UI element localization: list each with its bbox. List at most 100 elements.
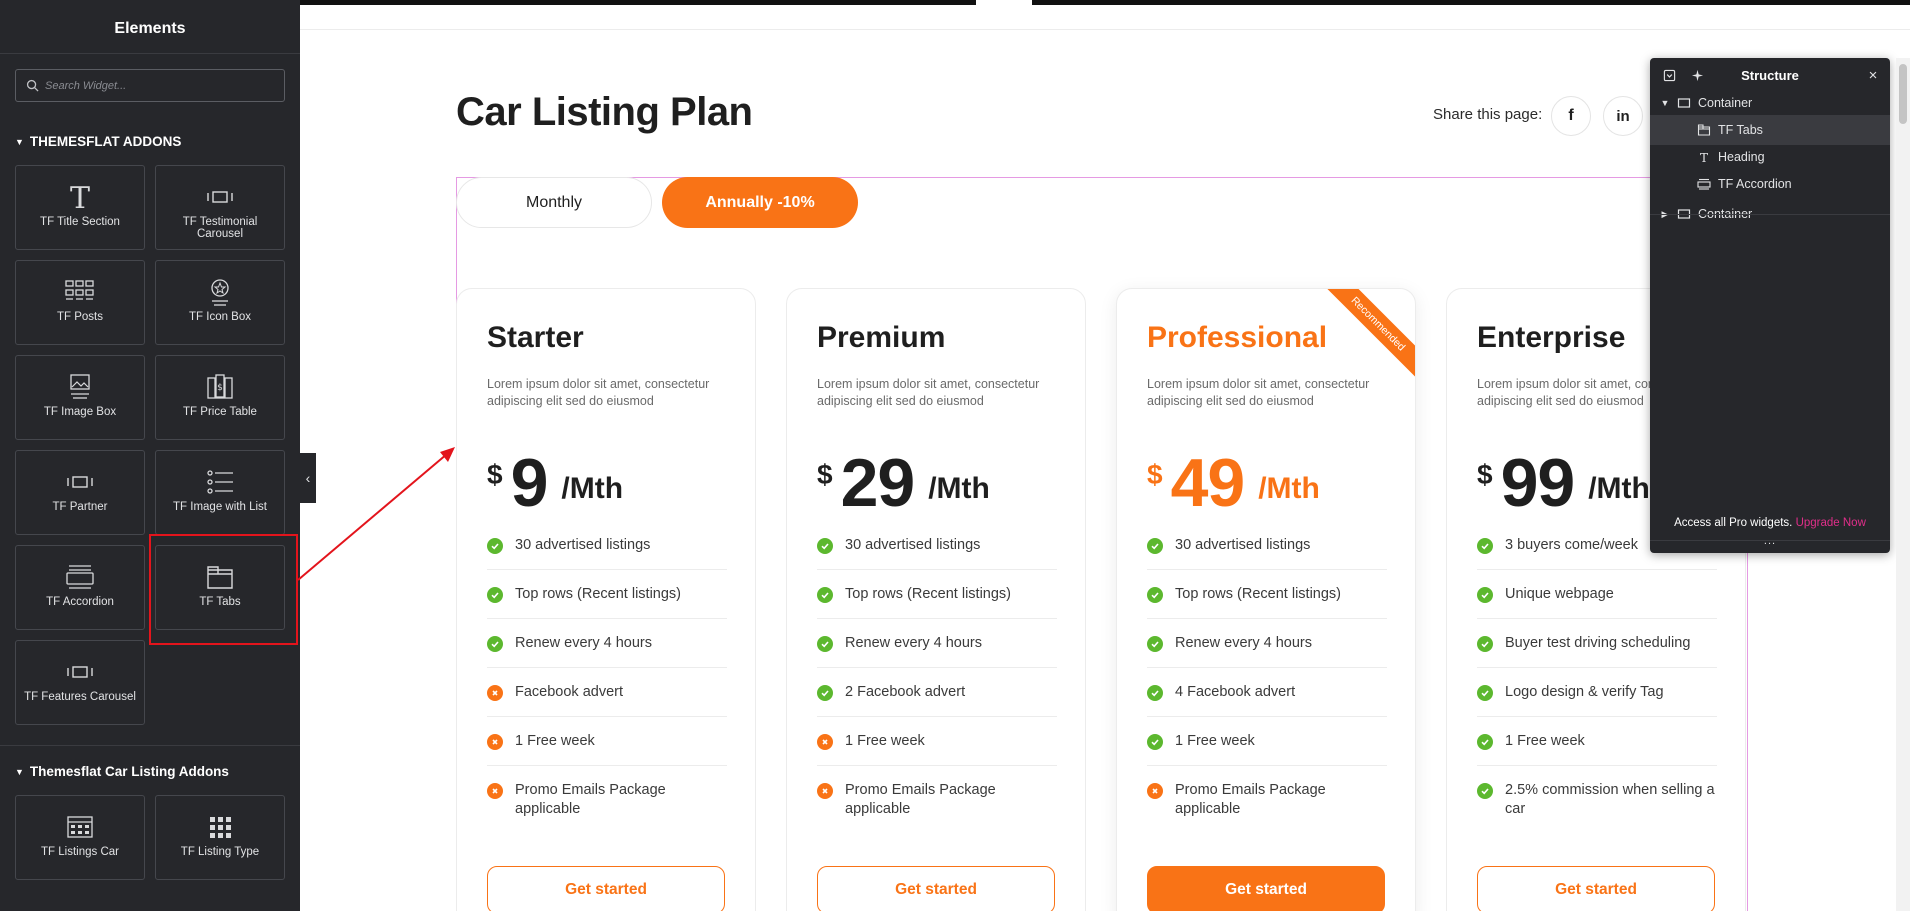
- linkedin-icon: in: [1616, 107, 1630, 125]
- widget-label: TF Price Table: [183, 406, 257, 418]
- widget-tile[interactable]: TF Partner: [15, 450, 145, 535]
- ai-sparkle-icon[interactable]: [1690, 68, 1704, 82]
- caret-down-icon[interactable]: ▼: [1660, 98, 1670, 108]
- icon-box-icon: [202, 275, 238, 309]
- widget-tile[interactable]: TF Listings Car: [15, 795, 145, 880]
- plan-description: Lorem ipsum dolor sit amet, consectetur …: [817, 377, 1040, 408]
- heading-icon: T: [1696, 150, 1712, 164]
- feature-item: 1 Free week: [487, 732, 727, 766]
- svg-text:$: $: [217, 383, 223, 393]
- section-car-listing-addons[interactable]: ▼ Themesflat Car Listing Addons: [15, 764, 229, 779]
- cross-circle-icon: [1147, 783, 1163, 799]
- collapse-panel-toggle[interactable]: ‹: [300, 453, 316, 503]
- widget-tile[interactable]: TF Accordion: [15, 545, 145, 630]
- price-amount: 49: [1170, 445, 1246, 521]
- panel-title: Elements: [0, 0, 300, 54]
- plan-price: $29/Mth: [817, 444, 990, 522]
- feature-item: Renew every 4 hours: [817, 634, 1057, 668]
- collapse-all-icon[interactable]: [1662, 68, 1676, 82]
- plan-price: $49/Mth: [1147, 444, 1320, 522]
- check-circle-icon: [1147, 538, 1163, 554]
- widget-tile[interactable]: TF Testimonial Carousel: [155, 165, 285, 250]
- feature-text: Renew every 4 hours: [515, 635, 653, 651]
- tab-monthly[interactable]: Monthly: [456, 177, 652, 228]
- check-circle-icon: [487, 587, 503, 603]
- feature-text: Top rows (Recent listings): [515, 586, 681, 602]
- check-circle-icon: [1147, 587, 1163, 603]
- tab-annually[interactable]: Annually -10%: [662, 177, 858, 228]
- get-started-button[interactable]: Get started: [1477, 866, 1715, 911]
- widget-tile[interactable]: TF Image with List: [155, 450, 285, 535]
- plan-price: $9/Mth: [487, 444, 623, 522]
- page-title: Car Listing Plan: [456, 90, 753, 134]
- upgrade-now-link[interactable]: Upgrade Now: [1796, 517, 1866, 529]
- widget-tile[interactable]: TF Listing Type: [155, 795, 285, 880]
- search-widget-field[interactable]: [15, 69, 285, 102]
- cross-circle-icon: [817, 783, 833, 799]
- feature-item: 4 Facebook advert: [1147, 683, 1387, 717]
- close-icon[interactable]: ×: [1866, 67, 1880, 84]
- section-themesflat-addons[interactable]: ▼ THEMESFLAT ADDONS: [15, 134, 181, 149]
- check-circle-icon: [817, 587, 833, 603]
- price-amount: 99: [1500, 445, 1576, 521]
- widget-tile[interactable]: TF Image Box: [15, 355, 145, 440]
- feature-item: Promo Emails Package applicable: [1147, 781, 1387, 833]
- structure-panel: Structure × ▼ Container TF Tabs T Heading TF …: [1650, 58, 1890, 553]
- panel-resize-handle[interactable]: ...: [1650, 535, 1890, 547]
- feature-item: Renew every 4 hours: [487, 634, 727, 668]
- feature-item: Promo Emails Package applicable: [817, 781, 1057, 833]
- tree-item[interactable]: ▼ Container: [1650, 88, 1890, 118]
- tree-item[interactable]: TF Tabs: [1650, 115, 1890, 145]
- price-amount: 9: [510, 445, 549, 521]
- plan-name: Premium: [817, 321, 946, 354]
- get-started-button[interactable]: Get started: [1147, 866, 1385, 911]
- tree-item-label: Container: [1698, 96, 1753, 110]
- feature-text: Promo Emails Package applicable: [1175, 782, 1326, 817]
- cross-circle-icon: [487, 734, 503, 750]
- widget-tile[interactable]: TF Features Carousel: [15, 640, 145, 725]
- price-period: /Mth: [1258, 472, 1320, 505]
- feature-text: Renew every 4 hours: [1175, 635, 1313, 651]
- chevron-left-icon: ‹: [305, 470, 311, 486]
- feature-item: 1 Free week: [1477, 732, 1717, 766]
- price-currency: $: [1477, 459, 1493, 490]
- feature-text: Buyer test driving scheduling: [1505, 635, 1691, 651]
- tree-item[interactable]: TF Accordion: [1650, 169, 1890, 199]
- listing-type-icon: [202, 810, 238, 844]
- facebook-icon: f: [1568, 107, 1574, 124]
- feature-list: 3 buyers come/week Unique webpage Buyer te…: [1477, 536, 1717, 848]
- listings-car-icon: [62, 810, 98, 844]
- check-circle-icon: [817, 685, 833, 701]
- feature-item: Logo design & verify Tag: [1477, 683, 1717, 717]
- widget-label: TF Listing Type: [180, 846, 260, 858]
- check-circle-icon: [1147, 636, 1163, 652]
- widget-tile[interactable]: $ TF Price Table: [155, 355, 285, 440]
- cross-circle-icon: [487, 783, 503, 799]
- svg-text:T: T: [1700, 151, 1708, 163]
- price-currency: $: [817, 459, 833, 490]
- widget-label: TF Image Box: [43, 406, 117, 418]
- ribbon-wrap: Recommended: [1320, 289, 1415, 384]
- linkedin-share-button[interactable]: in: [1603, 96, 1643, 136]
- get-started-button[interactable]: Get started: [487, 866, 725, 911]
- posts-grid-icon: [62, 275, 98, 309]
- page-scrollbar[interactable]: [1896, 58, 1910, 911]
- feature-item: Unique webpage: [1477, 585, 1717, 619]
- check-circle-icon: [1477, 734, 1493, 750]
- widget-tile[interactable]: T TF Title Section: [15, 165, 145, 250]
- tree-item[interactable]: T Heading: [1650, 142, 1890, 172]
- feature-item: 2.5% commission when selling a car: [1477, 781, 1717, 833]
- section-title: Themesflat Car Listing Addons: [29, 764, 229, 779]
- widget-tile[interactable]: TF Posts: [15, 260, 145, 345]
- get-started-button[interactable]: Get started: [817, 866, 1055, 911]
- widget-tile[interactable]: TF Icon Box: [155, 260, 285, 345]
- scrollbar-thumb[interactable]: [1899, 64, 1907, 124]
- feature-item: Top rows (Recent listings): [487, 585, 727, 619]
- feature-text: Top rows (Recent listings): [1175, 586, 1341, 602]
- price-currency: $: [1147, 459, 1163, 490]
- search-widget-input[interactable]: [45, 79, 275, 92]
- check-circle-icon: [1477, 783, 1493, 799]
- check-circle-icon: [1477, 538, 1493, 554]
- facebook-share-button[interactable]: f: [1551, 96, 1591, 136]
- feature-text: 1 Free week: [1505, 733, 1585, 749]
